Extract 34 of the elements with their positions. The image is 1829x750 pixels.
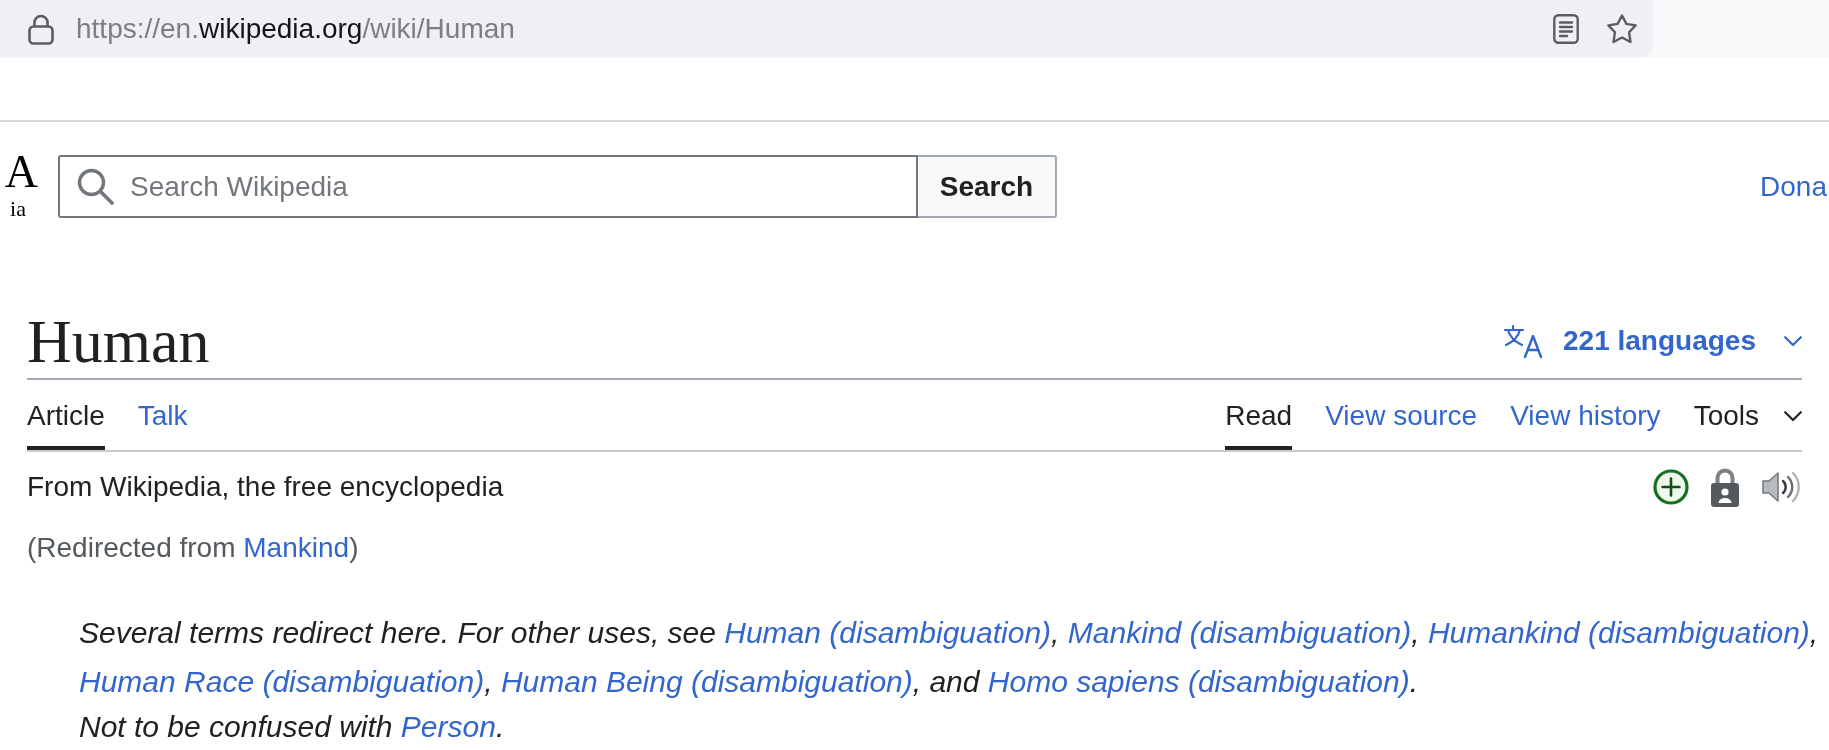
logo-tagline-fragment: ia [10,198,27,220]
hatnote-link[interactable]: Human (disambiguation) [724,616,1052,649]
hatnote-link[interactable]: Human Being (disambiguation) [500,665,913,698]
url-text[interactable]: https://en.wikipedia.org/wiki/Human [76,7,515,50]
page-tab[interactable]: Talk [137,380,188,450]
language-icon [1503,324,1543,358]
hatnote-link[interactable]: Homo sapiens (disambiguation) [987,665,1410,698]
plus-circle-icon[interactable] [1653,469,1689,505]
search-icon [77,168,114,205]
redirect-link[interactable]: Mankind [243,532,350,563]
page-tab[interactable]: View source [1325,380,1478,450]
search-field[interactable]: Search Wikipedia [58,155,918,218]
languages-button[interactable]: 221 languages [1503,320,1802,362]
tagline-text: From Wikipedia, the free encyclopedia [27,470,504,504]
padlock-icon[interactable] [1709,467,1741,507]
chevron-down-icon [1784,410,1802,422]
page-tab[interactable]: View history [1510,380,1661,450]
hatnote-link[interactable]: Humankind (disambiguation) [1427,616,1810,649]
page-title: Human [27,311,210,371]
hatnote-link[interactable]: Human Race (disambiguation) [79,665,485,698]
hatnote-link[interactable]: Person [400,710,496,743]
chevron-down-icon [1784,335,1802,347]
search-button[interactable]: Search [918,155,1057,218]
tools-menu[interactable]: Tools [1693,380,1802,450]
bookmark-star-icon[interactable] [1606,13,1638,44]
hatnote-link[interactable]: Mankind (disambiguation) [1067,616,1412,649]
lock-icon [28,12,54,45]
header-link[interactable]: Dona [1760,165,1829,208]
redirect-note: (Redirected from Mankind) [27,531,360,565]
speaker-icon[interactable] [1761,470,1802,504]
hatnote: Not to be confused with Person. [79,709,506,745]
reader-view-icon[interactable] [1553,13,1579,44]
hatnote: Several terms redirect here. For other uses, see Human (disambiguation), Mankind (disambiguation), Humankind (disambiguation), Human Race (disambiguation), Human Being (disambiguation), and Homo sapiens (disambiguation). [79,615,1820,700]
logo-wordmark-letter: A [4,153,38,191]
